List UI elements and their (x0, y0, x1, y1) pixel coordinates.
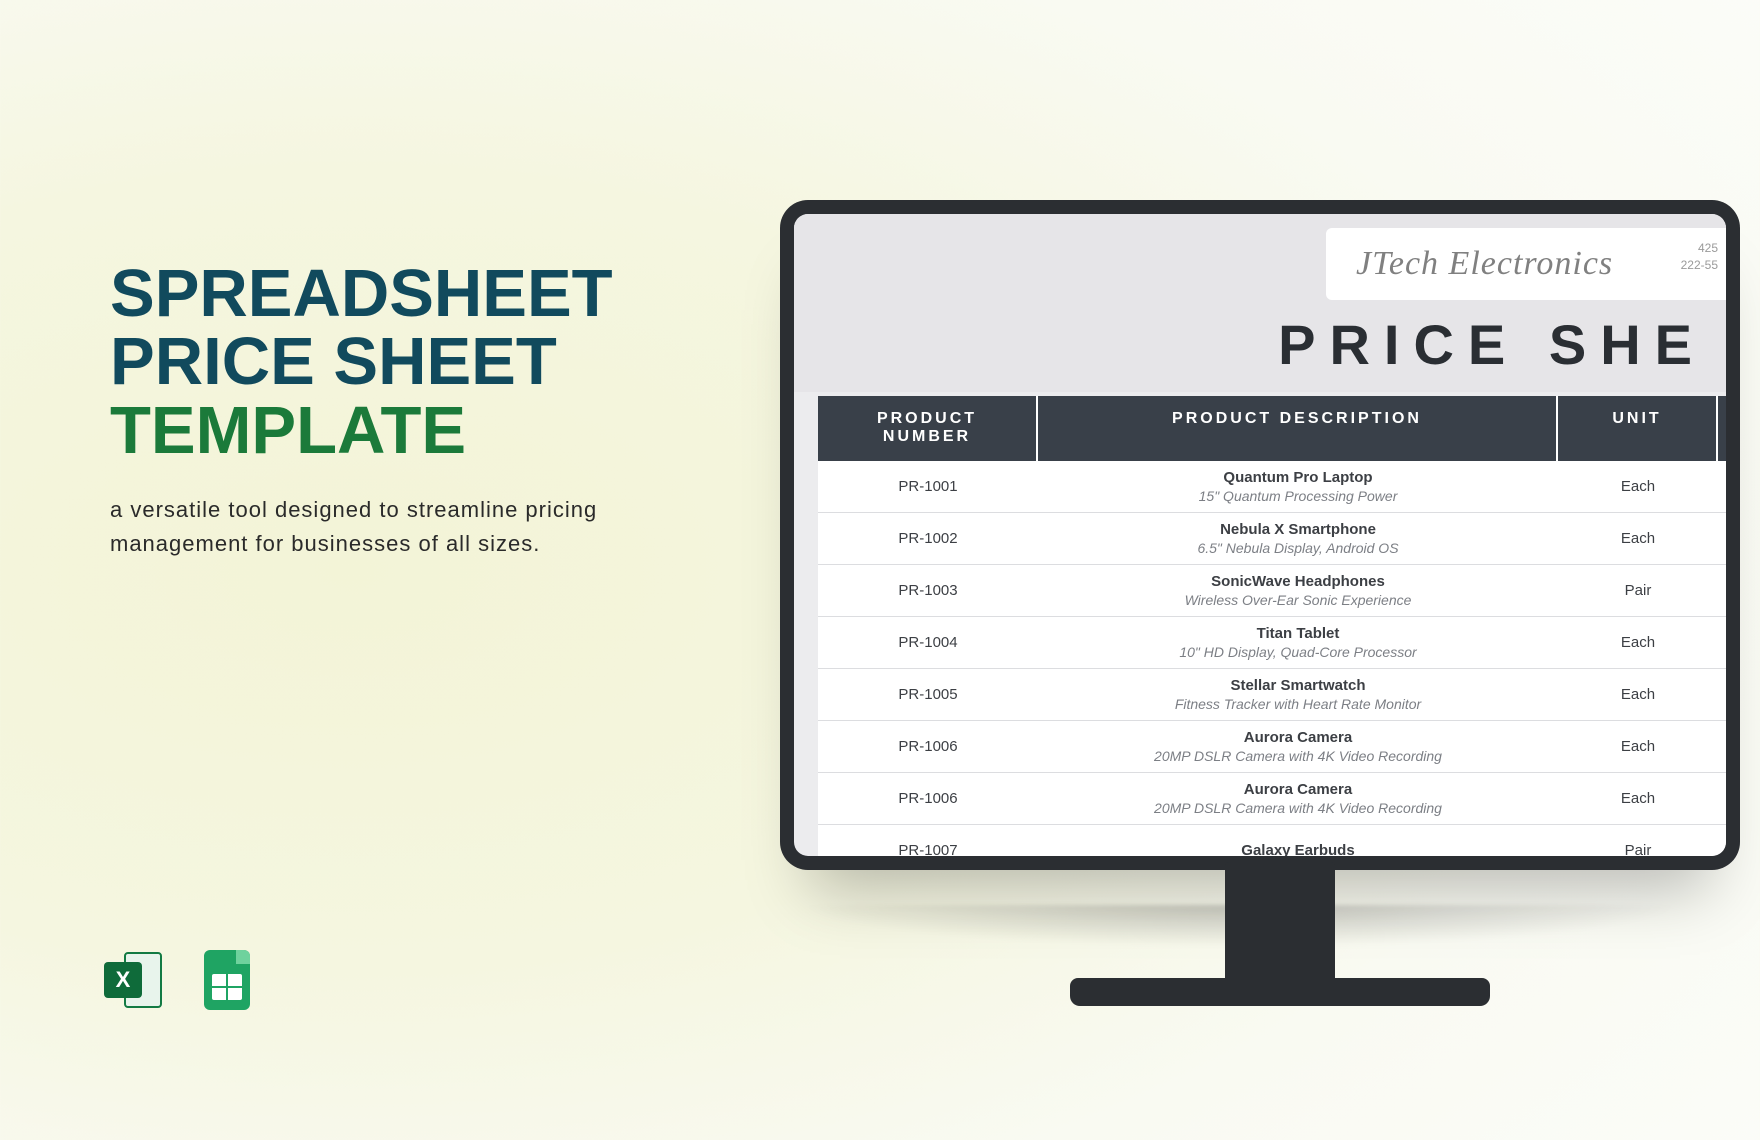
product-subtitle: Fitness Tracker with Heart Rate Monitor (1048, 696, 1548, 712)
monitor-mockup: JTech Electronics 425 222-55 PRICE SHE P… (780, 200, 1760, 1006)
company-contact-line-1: 425 (1681, 240, 1718, 257)
cell-product-number: PR-1006 (818, 730, 1038, 763)
product-name: SonicWave Headphones (1048, 573, 1548, 590)
cell-price: $ (1718, 470, 1726, 503)
product-name: Quantum Pro Laptop (1048, 469, 1548, 486)
cell-price: $ (1718, 522, 1726, 555)
monitor-bezel: JTech Electronics 425 222-55 PRICE SHE P… (780, 200, 1740, 870)
table-row: PR-1001 Quantum Pro Laptop 15" Quantum Pro… (818, 461, 1726, 513)
cell-unit: Each (1558, 678, 1718, 711)
product-subtitle: 20MP DSLR Camera with 4K Video Recording (1048, 800, 1548, 816)
table-row: PR-1006 Aurora Camera 20MP DSLR Camera wit… (818, 721, 1726, 773)
product-subtitle: 15" Quantum Processing Power (1048, 488, 1548, 504)
table-row: PR-1004 Titan Tablet 10" HD Display, Quad-… (818, 617, 1726, 669)
cell-product-number: PR-1004 (818, 626, 1038, 659)
cell-description: Galaxy Earbuds (1038, 834, 1558, 856)
table-body: PR-1001 Quantum Pro Laptop 15" Quantum Pro… (818, 461, 1726, 856)
product-name: Stellar Smartwatch (1048, 677, 1548, 694)
excel-icon: X (104, 948, 168, 1012)
cell-product-number: PR-1005 (818, 678, 1038, 711)
sheet-title: PRICE SHE (1278, 312, 1706, 377)
product-subtitle: 6.5" Nebula Display, Android OS (1048, 540, 1548, 556)
col-unit: UNIT (1558, 396, 1718, 461)
col-price (1718, 396, 1726, 461)
table-row: PR-1002 Nebula X Smartphone 6.5" Nebula Di… (818, 513, 1726, 565)
company-name: JTech Electronics (1356, 245, 1613, 283)
product-name: Nebula X Smartphone (1048, 521, 1548, 538)
promo-card: Spreadsheet Price Sheet Template a versa… (0, 0, 1760, 1140)
monitor-screen: JTech Electronics 425 222-55 PRICE SHE P… (794, 214, 1726, 856)
google-sheets-icon (196, 948, 260, 1012)
hero-title-line-3: Template (110, 397, 620, 465)
cell-description: Quantum Pro Laptop 15" Quantum Processing… (1038, 461, 1558, 512)
product-name: Titan Tablet (1048, 625, 1548, 642)
col-product-number-l1: PRODUCT (828, 410, 1026, 428)
cell-product-number: PR-1001 (818, 470, 1038, 503)
product-subtitle: 10" HD Display, Quad-Core Processor (1048, 644, 1548, 660)
cell-product-number: PR-1002 (818, 522, 1038, 555)
table-row: PR-1005 Stellar Smartwatch Fitness Tracker… (818, 669, 1726, 721)
hero-subtitle: a versatile tool designed to streamline … (110, 493, 610, 561)
cell-price: $ (1718, 834, 1726, 856)
cell-description: Aurora Camera 20MP DSLR Camera with 4K Vi… (1038, 773, 1558, 824)
table-row: PR-1006 Aurora Camera 20MP DSLR Camera wit… (818, 773, 1726, 825)
table-row: PR-1003 SonicWave Headphones Wireless Over… (818, 565, 1726, 617)
cell-product-number: PR-1006 (818, 782, 1038, 815)
hero-title-line-2: Price Sheet (110, 328, 620, 396)
cell-price: $ (1718, 730, 1726, 763)
company-card: JTech Electronics 425 222-55 (1326, 228, 1726, 300)
table-header-row: PRODUCT NUMBER PRODUCT DESCRIPTION UNIT (818, 396, 1726, 461)
cell-description: Stellar Smartwatch Fitness Tracker with H… (1038, 669, 1558, 720)
cell-unit: Pair (1558, 574, 1718, 607)
excel-badge: X (104, 962, 142, 998)
monitor-stand-base (1070, 978, 1490, 1006)
cell-unit: Each (1558, 730, 1718, 763)
hero-title: Spreadsheet Price Sheet Template (110, 260, 620, 465)
format-icons: X (104, 948, 260, 1012)
cell-product-number: PR-1003 (818, 574, 1038, 607)
cell-description: Titan Tablet 10" HD Display, Quad-Core Pr… (1038, 617, 1558, 668)
table-row: PR-1007 Galaxy Earbuds Pair$ (818, 825, 1726, 856)
product-subtitle: 20MP DSLR Camera with 4K Video Recording (1048, 748, 1548, 764)
product-name: Aurora Camera (1048, 729, 1548, 746)
cell-unit: Each (1558, 470, 1718, 503)
company-contact: 425 222-55 (1681, 240, 1718, 274)
cell-unit: Each (1558, 782, 1718, 815)
cell-unit: Pair (1558, 834, 1718, 856)
product-name: Aurora Camera (1048, 781, 1548, 798)
cell-description: Nebula X Smartphone 6.5" Nebula Display, … (1038, 513, 1558, 564)
cell-unit: Each (1558, 522, 1718, 555)
col-description: PRODUCT DESCRIPTION (1038, 396, 1558, 461)
cell-product-number: PR-1007 (818, 834, 1038, 856)
monitor-stand-neck (1225, 862, 1335, 982)
cell-price: $ (1718, 678, 1726, 711)
price-table: PRODUCT NUMBER PRODUCT DESCRIPTION UNIT … (818, 396, 1726, 856)
hero-copy: Spreadsheet Price Sheet Template a versa… (110, 260, 620, 561)
cell-price: $ (1718, 574, 1726, 607)
company-contact-line-2: 222-55 (1681, 257, 1718, 274)
cell-price: $ (1718, 782, 1726, 815)
col-product-number-l2: NUMBER (828, 428, 1026, 446)
hero-title-line-1: Spreadsheet (110, 260, 620, 328)
cell-description: Aurora Camera 20MP DSLR Camera with 4K Vi… (1038, 721, 1558, 772)
product-name: Galaxy Earbuds (1048, 842, 1548, 856)
product-subtitle: Wireless Over-Ear Sonic Experience (1048, 592, 1548, 608)
cell-price: $ (1718, 626, 1726, 659)
col-product-number: PRODUCT NUMBER (818, 396, 1038, 461)
cell-description: SonicWave Headphones Wireless Over-Ear So… (1038, 565, 1558, 616)
cell-unit: Each (1558, 626, 1718, 659)
